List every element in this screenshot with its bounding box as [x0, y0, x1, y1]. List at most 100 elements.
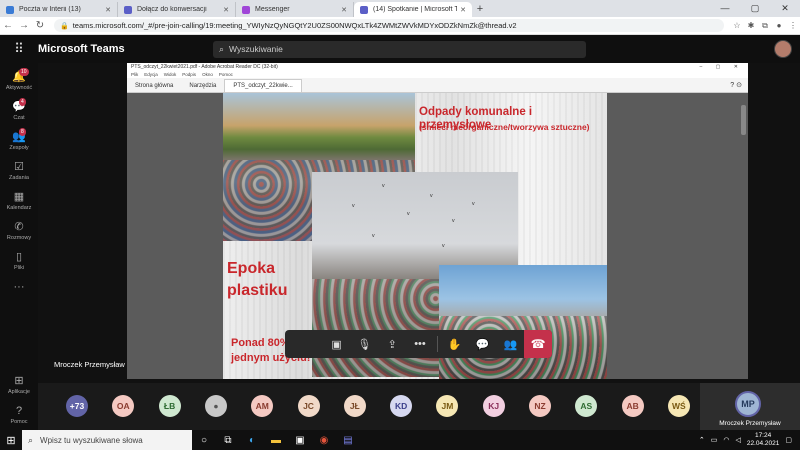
puzzle-icon[interactable]: ⧉ — [758, 21, 772, 31]
windows-start-icon[interactable]: ⊞ — [0, 434, 22, 447]
left-rail: 🔔 Aktywność 10 💬 Czat 4 👥 Zespoły 8 ☑ Zadania ▦ Kale… — [0, 63, 38, 430]
app-launcher-icon[interactable]: ⠿ — [0, 41, 38, 57]
participant-avatar[interactable]: KD — [390, 395, 413, 417]
rail-item[interactable]: ··· — [0, 281, 38, 295]
participant-avatar[interactable]: ● — [204, 395, 227, 417]
notifications-icon[interactable]: ▢ — [785, 436, 792, 444]
back-icon[interactable]: ← — [0, 20, 16, 31]
forward-icon[interactable]: → — [16, 20, 32, 31]
teams-taskbar-icon[interactable]: ▤ — [336, 435, 360, 446]
participant-avatar[interactable]: JC — [297, 395, 320, 417]
extension-icon[interactable]: ✱ — [744, 21, 758, 30]
acrobat-tab[interactable]: Narzędzia — [181, 80, 224, 92]
self-tile[interactable]: MP Mroczek Przemysław — [700, 383, 800, 430]
browser-tab[interactable]: Poczta w Interii (13) ✕ — [0, 2, 118, 17]
acrobat-title: PTS_odczyt_22kwiet2021.pdf - Adobe Acrob… — [131, 64, 278, 70]
self-avatar: MP — [735, 391, 761, 417]
wifi-icon[interactable]: ◠ — [723, 436, 729, 444]
close-tab-icon[interactable]: ✕ — [341, 6, 347, 14]
browser-tab[interactable]: Messenger ✕ — [236, 2, 354, 17]
system-tray: ⌃ ▭ ◠ ◁ 17:24 22.04.2021 ▢ — [699, 432, 800, 448]
more-actions-button[interactable]: ••• — [406, 333, 434, 355]
acrobat-help-icon[interactable]: ? ⊙ — [724, 78, 748, 92]
participant-avatar[interactable]: AS — [575, 395, 598, 417]
participant-avatar[interactable]: AB — [621, 395, 644, 417]
acrobat-tab[interactable]: PTS_odczyt_22kwie... — [224, 79, 302, 92]
minimize-button[interactable]: — — [710, 0, 740, 17]
participant-avatar[interactable]: JŁ — [343, 395, 366, 417]
task-view-icon[interactable]: ⧉ — [216, 435, 240, 446]
acrobat-scrollbar[interactable] — [741, 95, 746, 375]
star-icon[interactable]: ☆ — [730, 21, 744, 30]
chat-button[interactable]: 💬 — [469, 333, 497, 355]
rail-item[interactable]: ? Pomoc — [0, 405, 38, 425]
participants-button[interactable]: 👥 — [496, 333, 524, 355]
hang-up-button[interactable]: ☎ — [524, 330, 552, 358]
participant-avatar[interactable]: WŚ — [667, 395, 690, 417]
rail-item[interactable]: ▯ Pliki — [0, 251, 38, 271]
acrobat-menu-item[interactable]: Okno — [202, 72, 213, 77]
camera-off-button[interactable]: ▣ — [323, 333, 351, 355]
slide-subheading: (śmieci nieorganiczne/tworzywa sztuczne) — [419, 122, 590, 132]
acrobat-menu-item[interactable]: Pomoc — [219, 72, 233, 77]
raise-hand-button[interactable]: ✋ — [441, 333, 469, 355]
hand-icon: ✋ — [447, 338, 462, 351]
participant-avatar[interactable]: OA — [112, 395, 135, 417]
volume-icon[interactable]: ◁ — [735, 436, 740, 444]
tray-up-icon[interactable]: ⌃ — [699, 436, 705, 444]
new-tab-button[interactable]: + — [472, 2, 488, 17]
share-button[interactable]: ⇪ — [378, 333, 406, 355]
browser-tab-label: (14) Spotkanie | Microsoft Te — [373, 6, 458, 13]
close-tab-icon[interactable]: ✕ — [223, 6, 229, 14]
bird-icon: ᵛ — [382, 182, 385, 191]
profile-icon[interactable]: ● — [772, 21, 786, 30]
window-controls: — ▢ ✕ — [710, 0, 800, 17]
browser-tab[interactable]: (14) Spotkanie | Microsoft Te ✕ — [354, 2, 472, 17]
profile-avatar[interactable] — [774, 40, 792, 58]
close-tab-icon[interactable]: ✕ — [460, 6, 466, 14]
bird-icon: ᵛ — [352, 202, 355, 211]
clock[interactable]: 17:24 22.04.2021 — [747, 432, 780, 448]
acrobat-menu-item[interactable]: Edycja — [144, 72, 158, 77]
participant-avatar[interactable]: JM — [436, 395, 459, 417]
chrome-icon[interactable]: ◉ — [312, 435, 336, 446]
rail-item[interactable]: 💬 Czat 4 — [0, 98, 38, 121]
rail-item[interactable]: ⊞ Aplikacje — [0, 375, 38, 395]
acrobat-tab[interactable]: Strona główna — [127, 80, 181, 92]
bird-icon: ᵛ — [452, 217, 455, 226]
more-participants-avatar[interactable]: +73 — [66, 395, 88, 417]
teams-icon — [124, 5, 132, 14]
rail-item[interactable]: 👥 Zespoły 8 — [0, 128, 38, 151]
menu-icon[interactable]: ⋮ — [786, 21, 800, 30]
rail-item[interactable]: 🔔 Aktywność 10 — [0, 68, 38, 91]
rail-item-label: Rozmowy — [6, 235, 32, 241]
edge-icon[interactable]: ◐ — [240, 435, 264, 446]
share-icon: ⇪ — [387, 338, 397, 351]
rail-item[interactable]: ✆ Rozmowy — [0, 221, 38, 241]
participant-avatar[interactable]: NZ — [529, 395, 551, 417]
rail-item[interactable]: ▦ Kalendarz — [0, 191, 38, 211]
rail-item[interactable]: ☑ Zadania — [0, 161, 38, 181]
maximize-button[interactable]: ▢ — [740, 0, 770, 17]
explorer-icon[interactable]: ▬ — [264, 435, 288, 446]
acrobat-menu-item[interactable]: Podpis — [182, 72, 196, 77]
messenger-icon — [242, 5, 250, 14]
taskbar-search[interactable]: ⌕ Wpisz tu wyszukiwane słowa — [22, 430, 192, 450]
close-window-button[interactable]: ✕ — [770, 0, 800, 17]
acrobat-menu-item[interactable]: Widok — [164, 72, 177, 77]
search-box[interactable]: ⌕ Wyszukiwanie — [213, 40, 586, 58]
rail-item-label: Zespoły — [9, 145, 29, 151]
participant-avatar[interactable]: KJ — [482, 395, 505, 417]
mic-off-button[interactable]: 🎙 — [351, 333, 379, 355]
browser-tab[interactable]: Dołącz do konwersacji ✕ — [118, 2, 236, 17]
clock-time: 17:24 — [754, 432, 772, 439]
reload-icon[interactable]: ↻ — [32, 20, 48, 31]
close-tab-icon[interactable]: ✕ — [105, 6, 111, 14]
cortana-icon[interactable]: ○ — [192, 435, 216, 446]
address-bar[interactable]: 🔒 teams.microsoft.com/_#/pre-join-callin… — [54, 19, 724, 32]
participant-avatar[interactable]: ŁB — [158, 395, 181, 417]
network-icon[interactable]: ▭ — [711, 436, 718, 444]
acrobat-menu-item[interactable]: Plik — [131, 72, 138, 77]
store-icon[interactable]: ▣ — [288, 435, 312, 446]
participant-avatar[interactable]: AM — [251, 395, 274, 417]
